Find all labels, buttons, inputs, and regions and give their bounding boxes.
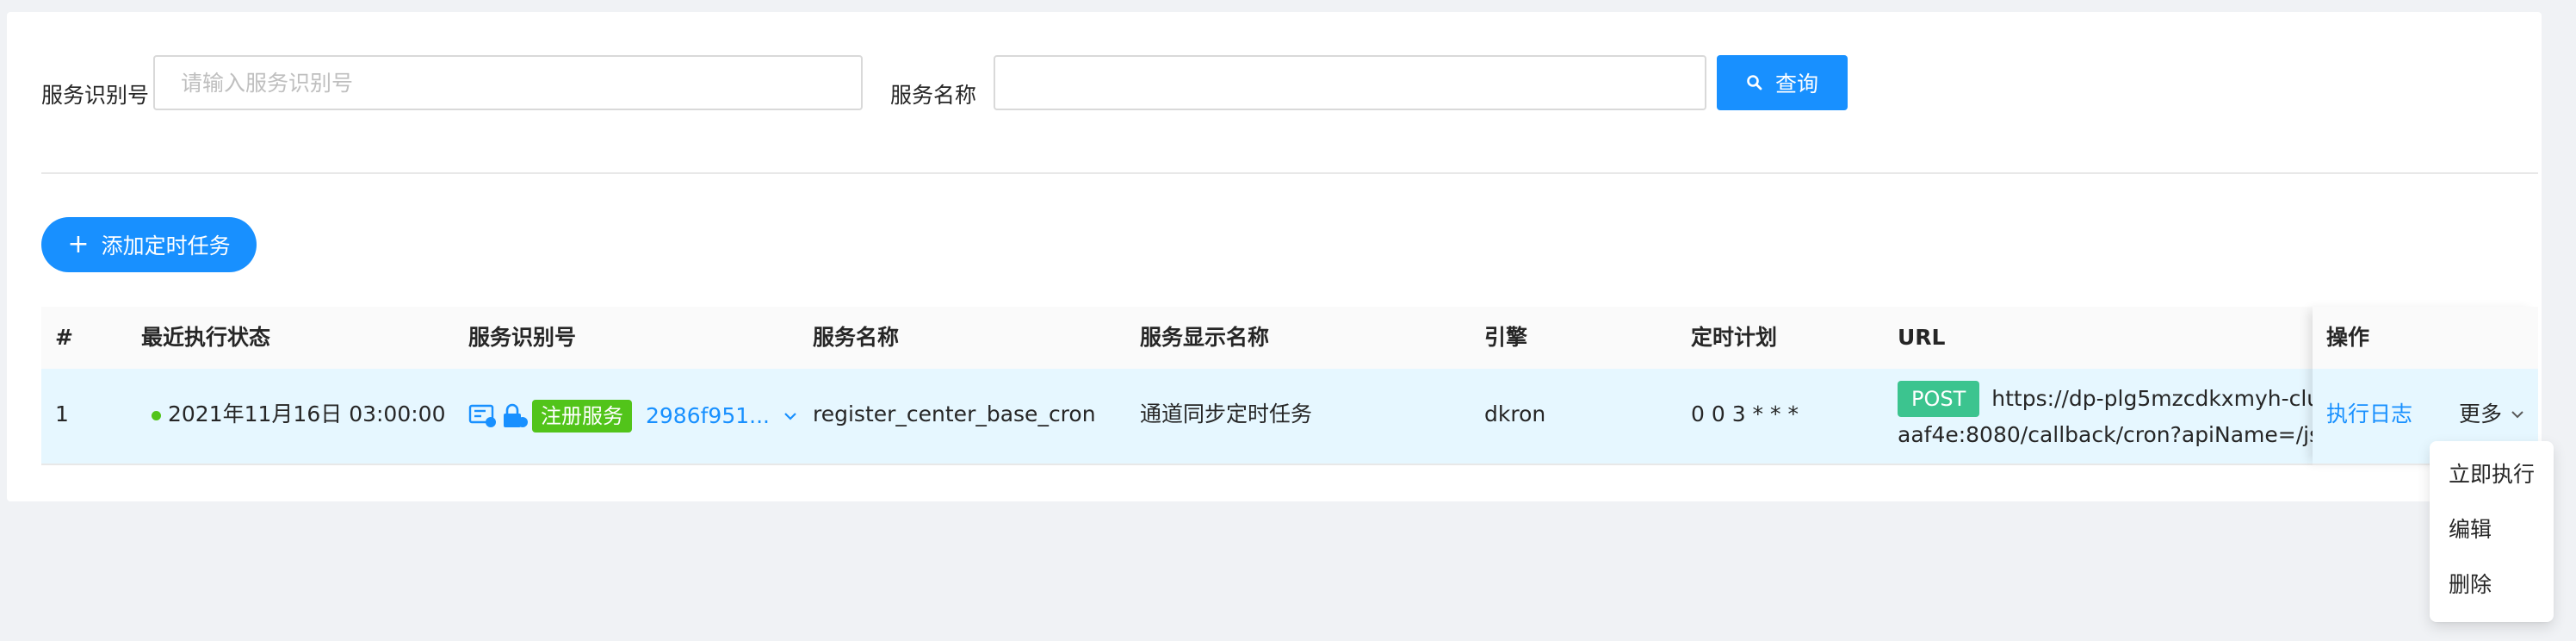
row-display-name: 通道同步定时任务	[1140, 401, 1313, 426]
service-name-input[interactable]	[994, 55, 1706, 110]
service-name-label: 服务名称	[890, 83, 977, 108]
service-id-input[interactable]	[153, 55, 863, 110]
plus-icon: +	[67, 229, 90, 259]
row-service-id-cell: 注册服务 2986f951...	[468, 400, 797, 433]
col-engine: 引擎	[1484, 325, 1528, 350]
chevron-down-icon[interactable]	[783, 411, 797, 421]
row-service-name: register_center_base_cron	[813, 401, 1096, 426]
col-display-name: 服务显示名称	[1140, 325, 1270, 350]
row-last-status: 2021年11月16日 03:00:00	[152, 400, 445, 429]
table-header: # 最近执行状态 服务识别号 服务名称 服务显示名称 引擎 定时计划 URL	[41, 307, 2538, 370]
status-dot	[152, 410, 161, 420]
row-engine: dkron	[1484, 401, 1546, 426]
table-row[interactable]: 1 2021年11月16日 03:00:00 注册服务 2986f951... …	[41, 369, 2538, 465]
col-index: #	[55, 325, 73, 350]
more-dropdown-trigger[interactable]: 更多	[2459, 400, 2524, 429]
query-button[interactable]: 查询	[1717, 55, 1848, 110]
actions-header: 操作	[2313, 307, 2538, 370]
service-id-link[interactable]: 2986f951...	[646, 401, 770, 431]
service-card-icon	[468, 403, 498, 429]
menu-item-execute-now[interactable]: 立即执行	[2449, 460, 2535, 489]
more-dropdown-menu: 立即执行 编辑 删除	[2430, 441, 2554, 622]
service-id-label: 服务识别号	[41, 83, 150, 108]
lock-icon	[501, 403, 529, 429]
col-service-id: 服务识别号	[468, 325, 577, 350]
col-url: URL	[1898, 325, 1946, 350]
more-label: 更多	[2459, 401, 2503, 426]
chevron-down-icon	[2511, 409, 2524, 420]
row-url-cell: POST https://dp-plg5mzcdkxmyh-clust aaf4…	[1898, 381, 2313, 453]
task-table: # 最近执行状态 服务识别号 服务名称 服务显示名称 引擎 定时计划 URL 1…	[41, 307, 2538, 465]
method-tag: POST	[1898, 381, 1980, 417]
execution-log-link[interactable]: 执行日志	[2326, 400, 2412, 429]
menu-item-edit[interactable]: 编辑	[2449, 515, 2492, 545]
url-line-2: aaf4e:8080/callback/cron?apiName=/json/c	[1898, 422, 2313, 447]
divider	[41, 172, 2538, 174]
col-actions: 操作	[2326, 325, 2370, 350]
search-icon	[1746, 74, 1763, 91]
service-type-tag: 注册服务	[532, 400, 632, 433]
row-index: 1	[55, 401, 69, 426]
main-card: 服务识别号 服务名称 查询 + 添加定时任务 # 最近执行状态 服务识别号 服务…	[7, 12, 2542, 501]
col-schedule: 定时计划	[1691, 325, 1778, 350]
query-button-label: 查询	[1774, 72, 1818, 96]
menu-item-delete[interactable]: 删除	[2449, 570, 2492, 600]
add-task-button-label: 添加定时任务	[101, 233, 231, 258]
add-task-button[interactable]: + 添加定时任务	[41, 217, 257, 272]
col-last-status: 最近执行状态	[141, 325, 271, 350]
url-line-1: https://dp-plg5mzcdkxmyh-clust	[1991, 386, 2313, 411]
col-service-name: 服务名称	[813, 325, 900, 350]
row-schedule: 0 0 3 * * *	[1691, 401, 1799, 426]
